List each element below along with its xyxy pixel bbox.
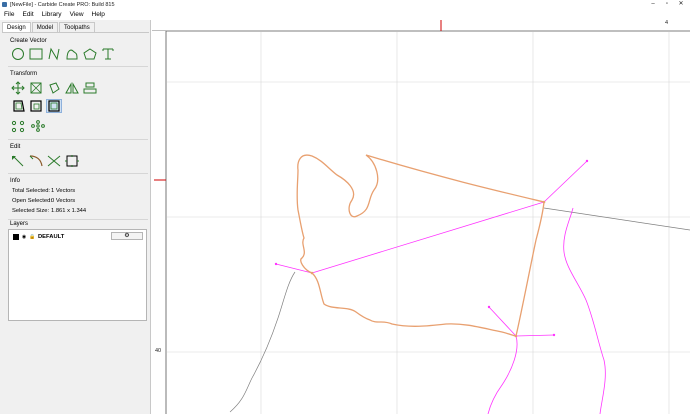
move-tool-button[interactable] [10,81,26,95]
node-edit-tool-button[interactable] [10,154,26,168]
menu-edit[interactable]: Edit [22,11,33,18]
maximize-button[interactable]: ▫ [660,0,674,9]
align-tool-button[interactable] [82,81,98,95]
trim-icon [47,155,61,167]
scale-tool-button[interactable] [28,81,44,95]
circular-array-icon [31,120,45,132]
total-selected-label: Total Selected: [12,188,51,194]
align-icon [83,82,97,94]
menu-bar: File Edit Library View Help [0,9,690,19]
layer-row-default[interactable]: ◉ 🔒 DEFAULT ⚙ [11,232,145,241]
boolean-tool-button[interactable] [28,99,44,113]
layer-color-swatch[interactable] [13,233,19,240]
bounding-box-icon [65,155,79,167]
control-handles [275,160,606,414]
fillet-icon [29,155,43,167]
gear-icon: ⚙ [124,233,130,239]
ruler-top-label: 4 [665,20,669,26]
vector-curve[interactable] [229,271,296,413]
mirror-tool-button[interactable] [64,81,80,95]
tab-bar: Design Model Toolpaths [2,22,96,32]
layer-settings-button[interactable]: ⚙ [111,232,143,240]
scale-icon [30,82,42,94]
edit-heading: Edit [10,144,21,150]
grid [167,32,690,414]
rotate-tool-button[interactable] [46,81,62,95]
curve-tool-button[interactable] [64,47,80,61]
design-panel: Create Vector Transform Edit Info Total … [2,32,149,412]
menu-view[interactable]: View [70,11,84,18]
divider [8,139,148,140]
rotate-icon [49,82,60,94]
app-icon [2,2,7,7]
open-selected-row: Open Selected: 0 Vectors [12,198,75,204]
pentagon-icon [83,48,97,60]
canvas-drawing[interactable] [152,20,690,414]
trim-tool-button[interactable] [46,154,62,168]
menu-help[interactable]: Help [92,11,105,18]
circle-icon [12,48,24,60]
weld-icon [48,100,60,112]
eye-icon[interactable]: ◉ [21,234,27,240]
bounding-box-tool-button[interactable] [64,154,80,168]
selected-size-value: 1.861 x 1.344 [51,208,87,214]
create-vector-heading: Create Vector [10,38,47,44]
boolean-icon [30,100,42,112]
ruler-left-label: 40 [155,348,162,354]
design-canvas[interactable]: 4 40 [152,20,690,414]
layers-heading: Layers [10,221,29,227]
window-controls: – ▫ ✕ [646,0,688,9]
fillet-tool-button[interactable] [28,154,44,168]
circle-tool-button[interactable] [10,47,26,61]
left-panel: Design Model Toolpaths Create Vector Tra… [0,20,151,414]
vector-line[interactable] [543,207,690,231]
menu-file[interactable]: File [4,11,14,18]
transform-heading: Transform [10,71,38,77]
offset-tool-button[interactable] [10,99,26,113]
text-icon [102,48,114,60]
selected-vector[interactable] [296,154,545,337]
window-title: [NewFile] - Carbide Create PRO: Build 81… [10,1,115,8]
layers-list: ◉ 🔒 DEFAULT ⚙ [8,229,147,321]
curve-icon [66,49,78,60]
move-icon [11,81,25,95]
close-button[interactable]: ✕ [674,0,688,9]
tab-toolpaths[interactable]: Toolpaths [59,22,95,32]
polyline-tool-button[interactable] [46,47,62,61]
left-ruler[interactable] [152,31,166,414]
tab-design[interactable]: Design [2,22,31,32]
selected-size-label: Selected Size: [12,208,50,214]
selected-vector-nodes[interactable] [310,200,546,338]
offset-icon [13,100,25,112]
open-selected-value: 0 Vectors [51,198,76,204]
handle-points[interactable] [274,159,589,337]
open-selected-label: Open Selected: [12,198,52,204]
title-bar: [NewFile] - Carbide Create PRO: Build 81… [0,0,690,9]
array-icon [11,120,25,133]
circular-array-tool-button[interactable] [30,119,46,133]
minimize-button[interactable]: – [646,0,660,9]
tab-model[interactable]: Model [31,22,59,32]
rectangle-icon [29,48,43,60]
divider [8,219,148,220]
lock-icon[interactable]: 🔒 [29,234,35,240]
selected-size-row: Selected Size: 1.861 x 1.344 [12,208,86,214]
total-selected-value: 1 Vectors [51,188,76,194]
info-heading: Info [10,178,21,184]
divider [8,66,148,67]
array-tool-button[interactable] [10,119,26,133]
menu-library[interactable]: Library [42,11,62,18]
text-tool-button[interactable] [100,47,116,61]
polyline-icon [48,47,60,61]
weld-tool-button[interactable] [46,99,62,113]
node-edit-icon [12,155,24,167]
rectangle-tool-button[interactable] [28,47,44,61]
divider [8,173,148,174]
mirror-icon [65,82,79,94]
layer-name: DEFAULT [38,233,65,240]
polygon-tool-button[interactable] [82,47,98,61]
total-selected-row: Total Selected: 1 Vectors [12,188,75,194]
top-ruler[interactable] [152,20,690,31]
